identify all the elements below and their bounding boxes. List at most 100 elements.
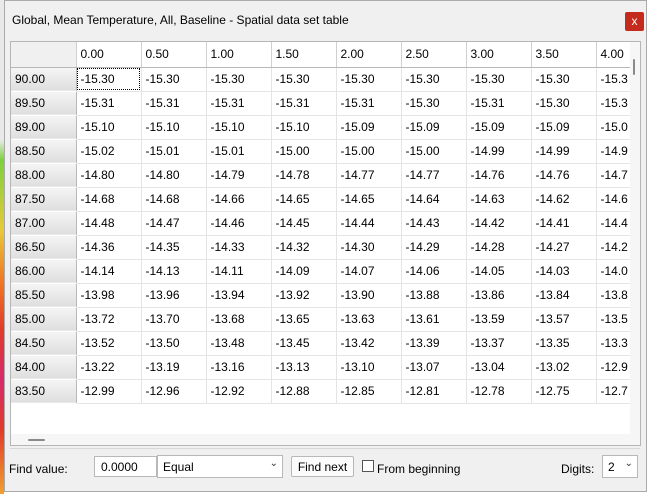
row-header[interactable]: 87.00 [11, 211, 77, 236]
table-cell[interactable]: -13.37 [466, 331, 532, 356]
row-header[interactable]: 85.00 [11, 307, 77, 332]
table-cell[interactable]: -14.29 [401, 235, 467, 260]
table-cell[interactable]: -14.76 [466, 163, 532, 188]
table-cell[interactable]: -15.31 [76, 91, 142, 116]
column-header[interactable]: 1.50 [271, 42, 337, 68]
row-header[interactable]: 84.00 [11, 355, 77, 380]
table-cell[interactable]: -15.31 [141, 91, 207, 116]
table-cell[interactable]: -15.30 [531, 67, 597, 92]
table-cell[interactable]: -14.43 [401, 211, 467, 236]
match-mode-select[interactable]: Equal ⌄ [157, 455, 283, 478]
table-cell[interactable]: -13.10 [336, 355, 402, 380]
table-cell[interactable]: -15.31 [336, 91, 402, 116]
table-cell[interactable]: -15.00 [271, 139, 337, 164]
table-cell[interactable]: -14.44 [336, 211, 402, 236]
table-cell[interactable]: -14.42 [466, 211, 532, 236]
table-cell[interactable]: -13.86 [466, 283, 532, 308]
table-cell[interactable]: -15.30 [271, 67, 337, 92]
table-cell[interactable]: -14.35 [141, 235, 207, 260]
table-cell[interactable]: -12.99 [76, 379, 142, 404]
title-bar[interactable]: Global, Mean Temperature, All, Baseline … [5, 1, 646, 39]
table-cell[interactable]: -14.36 [76, 235, 142, 260]
table-cell[interactable]: -13.57 [531, 307, 597, 332]
table-cell[interactable]: -14.63 [466, 187, 532, 212]
table-cell[interactable]: -14.33 [206, 235, 272, 260]
table-cell[interactable]: -13.50 [141, 331, 207, 356]
table-cell[interactable]: -14.99 [466, 139, 532, 164]
table-cell[interactable]: -14.03 [531, 259, 597, 284]
table-cell[interactable]: -13.92 [271, 283, 337, 308]
column-header[interactable]: 1.00 [206, 42, 272, 68]
table-cell[interactable]: -13.59 [466, 307, 532, 332]
table-cell[interactable]: -15.10 [141, 115, 207, 140]
table-cell[interactable]: -15.30 [401, 67, 467, 92]
row-header[interactable]: 89.50 [11, 91, 77, 116]
row-header[interactable]: 87.50 [11, 187, 77, 212]
table-cell[interactable]: -14.68 [76, 187, 142, 212]
column-header[interactable]: 0.00 [76, 42, 142, 68]
table-cell[interactable]: -15.00 [336, 139, 402, 164]
column-header[interactable]: 3.00 [466, 42, 532, 68]
table-cell[interactable]: -13.45 [271, 331, 337, 356]
table-cell[interactable]: -15.10 [76, 115, 142, 140]
corner-header-cell[interactable] [11, 42, 77, 68]
row-header[interactable]: 90.00 [11, 67, 77, 92]
table-cell[interactable]: -15.09 [336, 115, 402, 140]
table-cell[interactable]: -13.68 [206, 307, 272, 332]
table-cell[interactable]: -15.30 [76, 67, 142, 92]
table-cell[interactable]: -12.75 [531, 379, 597, 404]
horizontal-scroll-thumb[interactable] [28, 439, 45, 441]
table-cell[interactable]: -13.48 [206, 331, 272, 356]
table-cell[interactable]: -14.80 [76, 163, 142, 188]
table-cell[interactable]: -14.66 [206, 187, 272, 212]
row-header[interactable]: 85.50 [11, 283, 77, 308]
table-cell[interactable]: -14.07 [336, 259, 402, 284]
table-cell[interactable]: -14.68 [141, 187, 207, 212]
table-cell[interactable]: -15.30 [141, 67, 207, 92]
table-cell[interactable]: -13.19 [141, 355, 207, 380]
table-cell[interactable]: -14.48 [76, 211, 142, 236]
table-cell[interactable]: -15.01 [141, 139, 207, 164]
table-cell[interactable]: -14.11 [206, 259, 272, 284]
table-cell[interactable]: -14.78 [271, 163, 337, 188]
table-cell[interactable]: -13.22 [76, 355, 142, 380]
table-cell[interactable]: -14.41 [531, 211, 597, 236]
row-header[interactable]: 84.50 [11, 331, 77, 356]
table-cell[interactable]: -13.96 [141, 283, 207, 308]
table-cell[interactable]: -14.32 [271, 235, 337, 260]
table-cell[interactable]: -14.28 [466, 235, 532, 260]
table-cell[interactable]: -12.92 [206, 379, 272, 404]
table-cell[interactable]: -15.30 [336, 67, 402, 92]
table-cell[interactable]: -14.64 [401, 187, 467, 212]
row-header[interactable]: 83.50 [11, 379, 77, 404]
table-cell[interactable]: -15.09 [466, 115, 532, 140]
table-cell[interactable]: -14.14 [76, 259, 142, 284]
table-cell[interactable]: -14.45 [271, 211, 337, 236]
table-cell[interactable]: -14.77 [336, 163, 402, 188]
table-cell[interactable]: -14.62 [531, 187, 597, 212]
table-cell[interactable]: -14.79 [206, 163, 272, 188]
table-cell[interactable]: -14.99 [531, 139, 597, 164]
column-header[interactable]: 2.00 [336, 42, 402, 68]
table-cell[interactable]: -14.80 [141, 163, 207, 188]
row-header[interactable]: 88.50 [11, 139, 77, 164]
table-cell[interactable]: -15.09 [531, 115, 597, 140]
table-cell[interactable]: -14.76 [531, 163, 597, 188]
table-cell[interactable]: -15.00 [401, 139, 467, 164]
table-cell[interactable]: -14.05 [466, 259, 532, 284]
table-cell[interactable]: -15.31 [466, 91, 532, 116]
table-cell[interactable]: -14.47 [141, 211, 207, 236]
table-cell[interactable]: -13.61 [401, 307, 467, 332]
table-cell[interactable]: -15.09 [401, 115, 467, 140]
table-cell[interactable]: -14.77 [401, 163, 467, 188]
column-header[interactable]: 0.50 [141, 42, 207, 68]
table-cell[interactable]: -15.31 [271, 91, 337, 116]
table-cell[interactable]: -12.85 [336, 379, 402, 404]
table-cell[interactable]: -14.30 [336, 235, 402, 260]
table-cell[interactable]: -13.65 [271, 307, 337, 332]
table-cell[interactable]: -14.65 [271, 187, 337, 212]
table-cell[interactable]: -15.30 [401, 91, 467, 116]
table-cell[interactable]: -14.65 [336, 187, 402, 212]
table-cell[interactable]: -12.81 [401, 379, 467, 404]
table-cell[interactable]: -13.98 [76, 283, 142, 308]
